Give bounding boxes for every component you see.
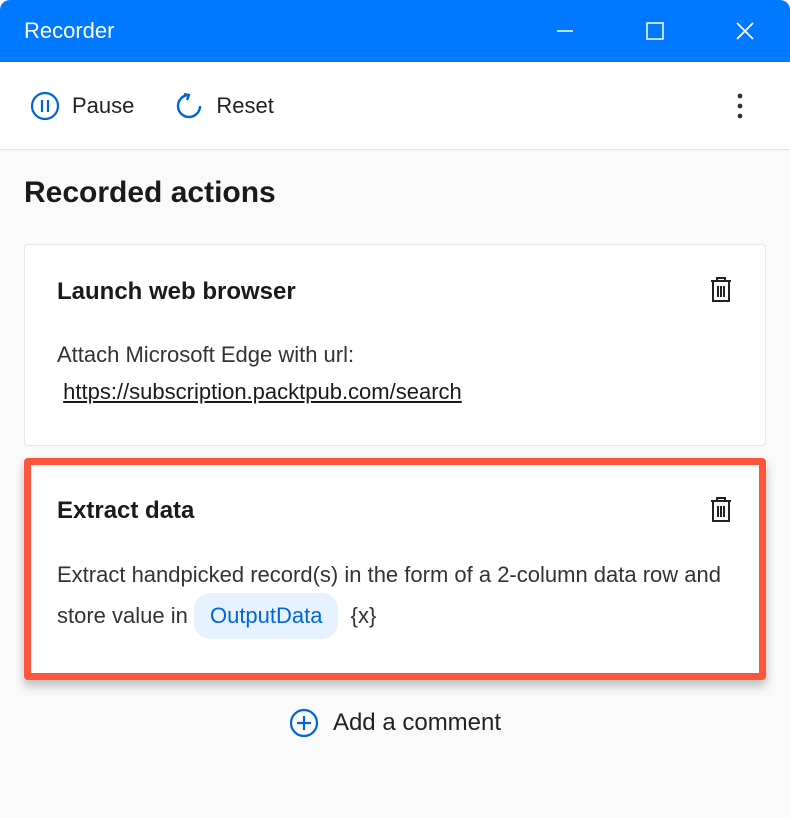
section-title: Recorded actions	[24, 176, 766, 210]
minimize-button[interactable]	[520, 0, 610, 62]
window-title: Recorder	[24, 18, 520, 44]
toolbar: Pause Reset	[0, 62, 790, 150]
reset-label: Reset	[216, 93, 273, 119]
add-comment-label: Add a comment	[333, 709, 501, 737]
trash-icon	[709, 275, 733, 303]
window-controls	[520, 0, 790, 62]
maximize-button[interactable]	[610, 0, 700, 62]
delete-button[interactable]	[709, 495, 733, 528]
delete-button[interactable]	[709, 275, 733, 308]
maximize-icon	[646, 22, 664, 40]
pause-label: Pause	[72, 93, 134, 119]
pause-icon	[30, 91, 60, 121]
variable-chip[interactable]: OutputData	[194, 593, 339, 638]
card-body: Attach Microsoft Edge with url: https://…	[57, 336, 733, 411]
reset-button[interactable]: Reset	[164, 83, 283, 129]
action-card[interactable]: Extract data Extract handpicked record(s…	[24, 458, 766, 680]
close-icon	[735, 21, 755, 41]
content-area: Recorded actions Launch web browser Atta…	[0, 150, 790, 764]
card-title: Extract data	[57, 497, 194, 525]
card-header: Launch web browser	[57, 275, 733, 308]
more-button[interactable]	[720, 86, 760, 126]
card-body: Extract handpicked record(s) in the form…	[57, 556, 733, 639]
url-link[interactable]: https://subscription.packtpub.com/search	[63, 379, 462, 404]
plus-circle-icon	[289, 708, 319, 738]
add-comment-button[interactable]: Add a comment	[24, 708, 766, 738]
card-title: Launch web browser	[57, 278, 296, 306]
variable-brace: {x}	[351, 603, 377, 628]
close-button[interactable]	[700, 0, 790, 62]
pause-button[interactable]: Pause	[20, 83, 144, 129]
card-header: Extract data	[57, 495, 733, 528]
card-desc: Extract handpicked record(s) in the form…	[57, 562, 721, 628]
reset-icon	[174, 91, 204, 121]
more-icon	[737, 93, 743, 119]
action-card[interactable]: Launch web browser Attach Microsoft Edge…	[24, 244, 766, 446]
minimize-icon	[555, 21, 575, 41]
titlebar: Recorder	[0, 0, 790, 62]
card-desc: Attach Microsoft Edge with url:	[57, 342, 354, 367]
trash-icon	[709, 495, 733, 523]
